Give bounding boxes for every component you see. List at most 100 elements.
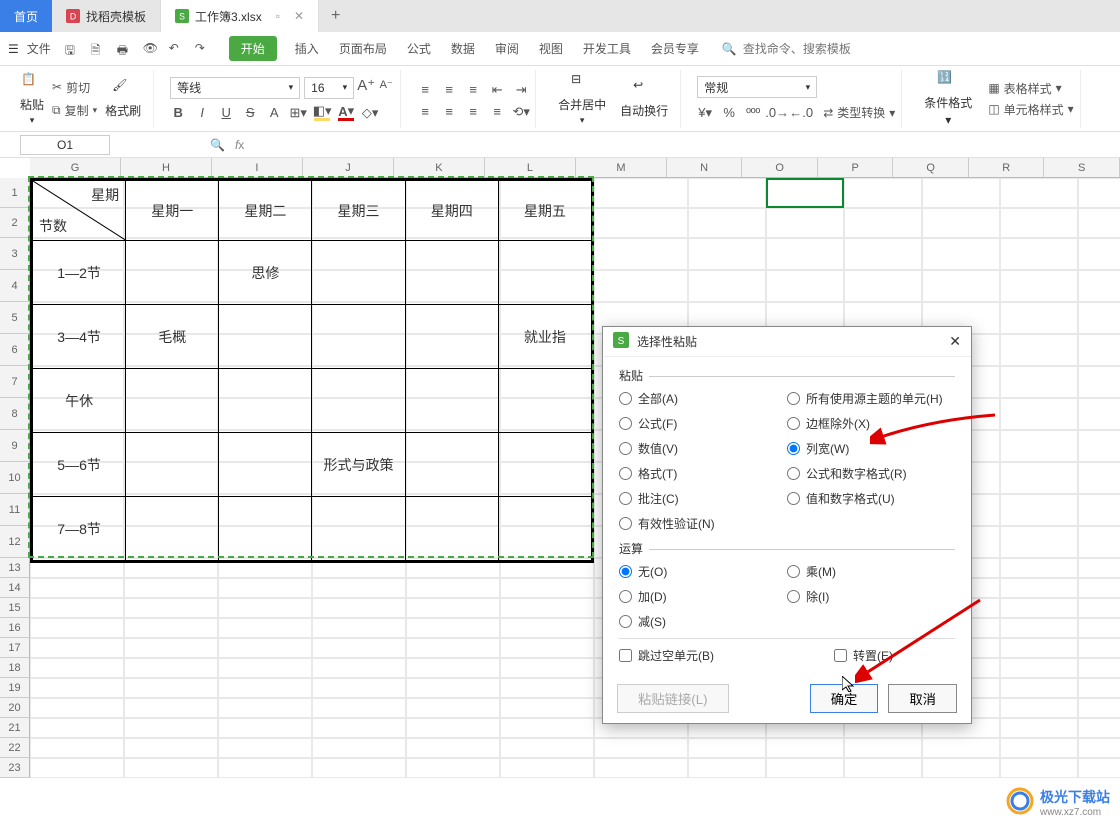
paste-radio[interactable]: 值和数字格式(U) xyxy=(787,490,955,507)
row-head-18[interactable]: 18 xyxy=(0,658,29,678)
cell-style-button[interactable]: ◫单元格样式▾ xyxy=(988,101,1073,118)
row-head-6[interactable]: 6 xyxy=(0,334,29,366)
paste-radio[interactable]: 批注(C) xyxy=(619,490,787,507)
row-head-10[interactable]: 10 xyxy=(0,462,29,494)
ribbon-tab-formula[interactable]: 公式 xyxy=(405,36,433,61)
row-head-13[interactable]: 13 xyxy=(0,558,29,578)
tab-add[interactable]: + xyxy=(319,7,352,25)
fill-color-button[interactable]: ◧▾ xyxy=(314,105,330,121)
tab-document[interactable]: S 工作簿3.xlsx ▫ ✕ xyxy=(161,0,319,32)
paste-radio[interactable]: 数值(V) xyxy=(619,440,787,457)
table-style-button[interactable]: ▦表格样式▾ xyxy=(988,80,1073,97)
col-head-G[interactable]: G xyxy=(30,158,121,177)
op-radio[interactable]: 加(D) xyxy=(619,588,787,605)
row-head-17[interactable]: 17 xyxy=(0,638,29,658)
align-top-icon[interactable]: ≡ xyxy=(417,82,433,98)
ribbon-tab-dev[interactable]: 开发工具 xyxy=(581,36,633,61)
underline-button[interactable]: U xyxy=(218,105,234,121)
row-head-16[interactable]: 16 xyxy=(0,618,29,638)
font-size-select[interactable]: 16▾ xyxy=(304,77,354,99)
dec-inc-icon[interactable]: .0→ xyxy=(769,105,785,121)
percent-icon[interactable]: % xyxy=(721,105,737,121)
col-head-H[interactable]: H xyxy=(121,158,212,177)
row-head-21[interactable]: 21 xyxy=(0,718,29,738)
op-radio[interactable]: 减(S) xyxy=(619,613,787,630)
hamburger-icon[interactable]: ☰ xyxy=(8,42,19,56)
col-head-R[interactable]: R xyxy=(969,158,1045,177)
row-head-8[interactable]: 8 xyxy=(0,398,29,430)
align-bot-icon[interactable]: ≡ xyxy=(465,82,481,98)
name-box[interactable]: O1 xyxy=(20,135,110,155)
row-head-5[interactable]: 5 xyxy=(0,302,29,334)
row-head-2[interactable]: 2 xyxy=(0,208,29,238)
ribbon-tab-layout[interactable]: 页面布局 xyxy=(337,36,389,61)
preview-icon[interactable]: 👁 xyxy=(143,41,159,57)
row-head-14[interactable]: 14 xyxy=(0,578,29,598)
fx-icon[interactable]: fx xyxy=(235,138,244,152)
op-radio[interactable]: 无(O) xyxy=(619,563,787,580)
paste-radio[interactable]: 格式(T) xyxy=(619,465,787,482)
row-head-19[interactable]: 19 xyxy=(0,678,29,698)
tab-home[interactable]: 首页 xyxy=(0,0,52,32)
bold-button[interactable]: B xyxy=(170,105,186,121)
row-head-20[interactable]: 20 xyxy=(0,698,29,718)
col-head-Q[interactable]: Q xyxy=(893,158,969,177)
search-box[interactable]: 🔍 xyxy=(721,41,884,57)
col-head-L[interactable]: L xyxy=(485,158,576,177)
row-head-23[interactable]: 23 xyxy=(0,758,29,778)
ribbon-tab-start[interactable]: 开始 xyxy=(229,36,277,61)
skip-blank-check[interactable]: 跳过空单元(B) xyxy=(619,647,714,664)
print-icon[interactable]: 🖶 xyxy=(117,41,133,57)
type-convert-button[interactable]: ⇄类型转换▾ xyxy=(823,104,895,121)
copy-button[interactable]: ⧉复制▾ xyxy=(52,102,97,119)
paste-radio[interactable]: 边框除外(X) xyxy=(787,415,955,432)
col-head-I[interactable]: I xyxy=(212,158,303,177)
merge-button[interactable]: ⊟合并居中▾ xyxy=(552,70,612,128)
font-color-button[interactable]: A▾ xyxy=(338,105,354,121)
number-format-select[interactable]: 常规▾ xyxy=(697,76,817,98)
align-right-icon[interactable]: ≡ xyxy=(465,104,481,120)
ribbon-tab-view[interactable]: 视图 xyxy=(537,36,565,61)
paste-radio[interactable]: 全部(A) xyxy=(619,390,787,407)
tab-template[interactable]: D 找稻壳模板 xyxy=(52,0,161,32)
col-head-S[interactable]: S xyxy=(1044,158,1120,177)
paste-radio[interactable]: 公式和数字格式(R) xyxy=(787,465,955,482)
col-head-M[interactable]: M xyxy=(576,158,667,177)
col-head-O[interactable]: O xyxy=(742,158,818,177)
redo-icon[interactable]: ↷ xyxy=(195,41,211,57)
align-justify-icon[interactable]: ≡ xyxy=(489,104,505,120)
font-grow-icon[interactable]: A⁺ xyxy=(358,77,374,93)
save-icon[interactable]: 🖫 xyxy=(65,41,81,57)
row-head-7[interactable]: 7 xyxy=(0,366,29,398)
tab-options-icon[interactable]: ▫ xyxy=(276,9,280,23)
close-icon[interactable]: ✕ xyxy=(949,333,961,350)
ribbon-tab-vip[interactable]: 会员专享 xyxy=(649,36,701,61)
transpose-check[interactable]: 转置(E) xyxy=(834,647,893,664)
cond-fmt-button[interactable]: 🔢条件格式▾ xyxy=(918,68,978,129)
ribbon-tab-review[interactable]: 审阅 xyxy=(493,36,521,61)
currency-icon[interactable]: ¥▾ xyxy=(697,105,713,121)
col-head-K[interactable]: K xyxy=(394,158,485,177)
row-head-4[interactable]: 4 xyxy=(0,270,29,302)
font-shrink-icon[interactable]: A⁻ xyxy=(378,77,394,93)
row-head-1[interactable]: 1 xyxy=(0,178,29,208)
col-head-J[interactable]: J xyxy=(303,158,394,177)
row-head-3[interactable]: 3 xyxy=(0,238,29,270)
paste-radio[interactable]: 有效性验证(N) xyxy=(619,515,787,532)
col-head-P[interactable]: P xyxy=(818,158,894,177)
tab-close-icon[interactable]: ✕ xyxy=(294,9,304,23)
align-left-icon[interactable]: ≡ xyxy=(417,104,433,120)
row-head-22[interactable]: 22 xyxy=(0,738,29,758)
paste-radio[interactable]: 所有使用源主题的单元(H) xyxy=(787,390,955,407)
cancel-button[interactable]: 取消 xyxy=(888,684,957,713)
active-cell[interactable] xyxy=(766,178,844,208)
op-radio[interactable]: 除(I) xyxy=(787,588,955,605)
save-as-icon[interactable]: 🗎 xyxy=(91,41,107,57)
font-name-select[interactable]: 等线▾ xyxy=(170,77,300,99)
op-radio[interactable]: 乘(M) xyxy=(787,563,955,580)
border-button[interactable]: ⊞▾ xyxy=(290,105,306,121)
italic-button[interactable]: I xyxy=(194,105,210,121)
spreadsheet-grid[interactable]: GHIJKLMNOPQRS123456789101112131415161718… xyxy=(0,158,1120,178)
comma-icon[interactable]: ººº xyxy=(745,105,761,121)
indent-inc-icon[interactable]: ⇥ xyxy=(513,82,529,98)
